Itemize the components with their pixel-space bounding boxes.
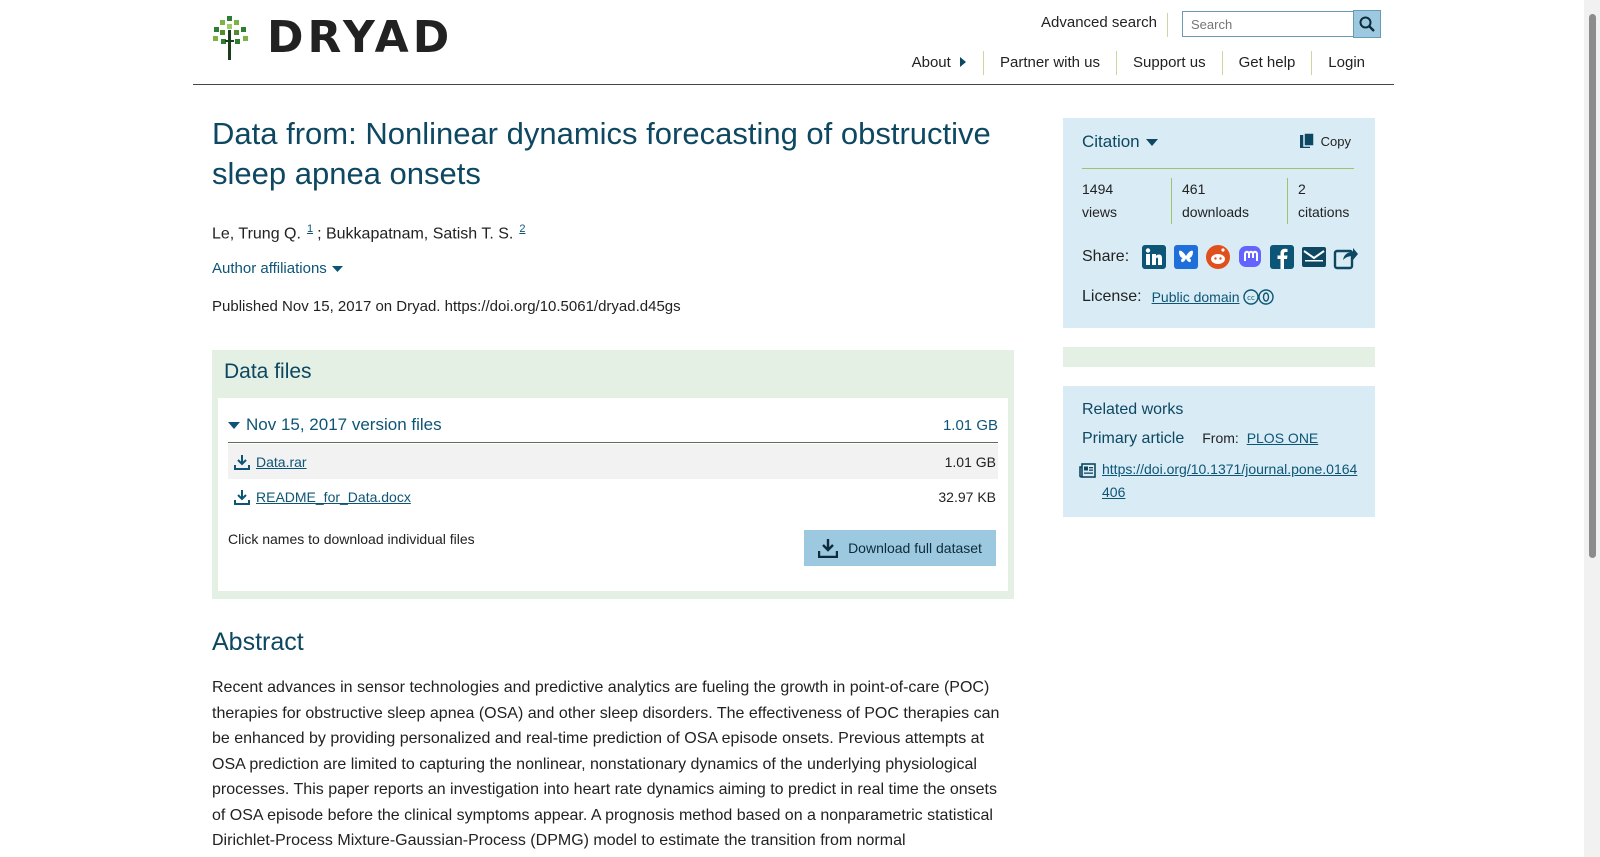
reddit-icon[interactable] xyxy=(1205,244,1231,270)
search-button[interactable] xyxy=(1353,10,1381,38)
citation-divider xyxy=(1082,168,1354,169)
version-label: Nov 15, 2017 version files xyxy=(246,415,442,434)
metric-label: views xyxy=(1082,204,1118,220)
caret-right-icon xyxy=(959,57,966,67)
search-icon xyxy=(1359,16,1375,32)
mastodon-icon[interactable] xyxy=(1237,244,1263,270)
download-icon xyxy=(234,454,250,470)
metric-value: 1494 xyxy=(1082,181,1114,197)
citation-panel: Citation Copy 1494 views 461 downloads 2… xyxy=(1063,118,1375,328)
primary-article: Primary article From: PLOS ONE xyxy=(1082,430,1318,448)
license-label: License: xyxy=(1082,288,1142,305)
related-works-heading: Related works xyxy=(1082,401,1184,418)
share-icon[interactable] xyxy=(1333,244,1359,270)
version-size: 1.01 GB xyxy=(942,416,998,434)
related-works-panel: Related works Primary article From: PLOS… xyxy=(1063,386,1375,517)
copy-label: Copy xyxy=(1320,133,1351,149)
caret-down-icon xyxy=(228,421,240,429)
nav-help[interactable]: Get help xyxy=(1221,51,1312,75)
svg-text:cc: cc xyxy=(1247,294,1255,302)
copy-citation-button[interactable]: Copy xyxy=(1299,132,1351,150)
cc-zero-icon: cc xyxy=(1242,289,1274,305)
main-nav: About Partner with us Support us Get hel… xyxy=(896,51,1381,75)
metric-citations: 2 citations xyxy=(1287,178,1349,224)
header-divider xyxy=(1167,13,1168,37)
advanced-search-link[interactable]: Advanced search xyxy=(1041,14,1157,31)
nav-support[interactable]: Support us xyxy=(1116,51,1222,75)
nav-about[interactable]: About xyxy=(896,51,983,75)
metric-value: 461 xyxy=(1182,181,1206,197)
citation-label: Citation xyxy=(1082,132,1140,151)
file-size: 32.97 KB xyxy=(938,488,996,505)
published-info: Published Nov 15, 2017 on Dryad. https:/… xyxy=(212,298,681,315)
author-list: Le, Trung Q. 1; Bukkapatnam, Satish T. S.… xyxy=(212,220,529,243)
author-separator: ; xyxy=(317,225,322,243)
citation-toggle[interactable]: Citation xyxy=(1082,132,1158,152)
data-files-panel: Data files Nov 15, 2017 version files 1.… xyxy=(212,350,1014,599)
license-link[interactable]: Public domain xyxy=(1152,289,1240,305)
file-row: Data.rar 1.01 GB xyxy=(228,444,998,479)
download-hint: Click names to download individual files xyxy=(228,531,475,547)
primary-article-label: Primary article xyxy=(1082,430,1185,447)
download-icon xyxy=(818,539,839,558)
scrollbar-thumb[interactable] xyxy=(1589,14,1596,558)
facebook-icon[interactable] xyxy=(1269,244,1295,270)
download-icon xyxy=(234,489,250,505)
sidebar-spacer xyxy=(1063,347,1375,367)
metric-label: downloads xyxy=(1182,204,1249,220)
author-name[interactable]: Bukkapatnam, Satish T. S. xyxy=(326,225,513,242)
abstract-text: Recent advances in sensor technologies a… xyxy=(212,679,1000,849)
nav-login[interactable]: Login xyxy=(1311,51,1381,75)
metric-views: 1494 views xyxy=(1082,178,1117,224)
dataset-title: Data from: Nonlinear dynamics forecastin… xyxy=(212,116,991,191)
data-files-heading: Data files xyxy=(224,360,312,383)
file-size: 1.01 GB xyxy=(944,453,996,470)
dryad-tree-icon xyxy=(213,16,248,60)
author-affiliations-label: Author affiliations xyxy=(212,260,327,277)
author-name[interactable]: Le, Trung Q. xyxy=(212,225,301,242)
dryad-logo[interactable]: DRYAD xyxy=(213,16,453,60)
caret-down-icon xyxy=(331,265,343,272)
clipboard-icon xyxy=(1299,132,1315,148)
file-row: README_for_Data.docx 32.97 KB xyxy=(228,479,998,514)
download-full-dataset-button[interactable]: Download full dataset xyxy=(804,530,996,566)
author-affiliations-toggle[interactable]: Author affiliations xyxy=(212,260,343,277)
author-affiliation-ref[interactable]: 2 xyxy=(519,223,525,235)
brand-name: DRYAD xyxy=(267,12,454,63)
nav-about-label: About xyxy=(911,54,951,71)
download-full-label: Download full dataset xyxy=(848,540,982,556)
share-label: Share: xyxy=(1082,248,1130,265)
abstract-heading: Abstract xyxy=(212,628,304,656)
search-input[interactable] xyxy=(1182,11,1354,37)
email-icon[interactable] xyxy=(1301,244,1327,270)
file-download-link[interactable]: Data.rar xyxy=(256,454,307,470)
metric-label: citations xyxy=(1298,204,1350,220)
header-rule xyxy=(193,84,1394,85)
metric-value: 2 xyxy=(1298,181,1306,197)
share-row: Share: xyxy=(1082,244,1365,270)
related-doi-link[interactable]: https://doi.org/10.1371/journal.pone.016… xyxy=(1102,458,1358,504)
license-row: License: Public domain cc xyxy=(1082,288,1275,306)
linkedin-icon[interactable] xyxy=(1141,244,1167,270)
author-affiliation-ref[interactable]: 1 xyxy=(307,223,313,235)
bluesky-icon[interactable] xyxy=(1173,244,1199,270)
file-download-link[interactable]: README_for_Data.docx xyxy=(256,489,411,505)
version-toggle[interactable]: Nov 15, 2017 version files 1.01 GB xyxy=(228,408,998,443)
caret-down-icon xyxy=(1145,138,1158,146)
related-doi-row: https://doi.org/10.1371/journal.pone.016… xyxy=(1079,458,1358,504)
journal-link[interactable]: PLOS ONE xyxy=(1247,430,1319,446)
newspaper-icon xyxy=(1079,463,1096,478)
metric-downloads: 461 downloads xyxy=(1171,178,1249,224)
nav-partner[interactable]: Partner with us xyxy=(982,51,1116,75)
from-label: From: xyxy=(1202,430,1239,446)
data-files-content: Nov 15, 2017 version files 1.01 GB Data.… xyxy=(218,398,1008,591)
